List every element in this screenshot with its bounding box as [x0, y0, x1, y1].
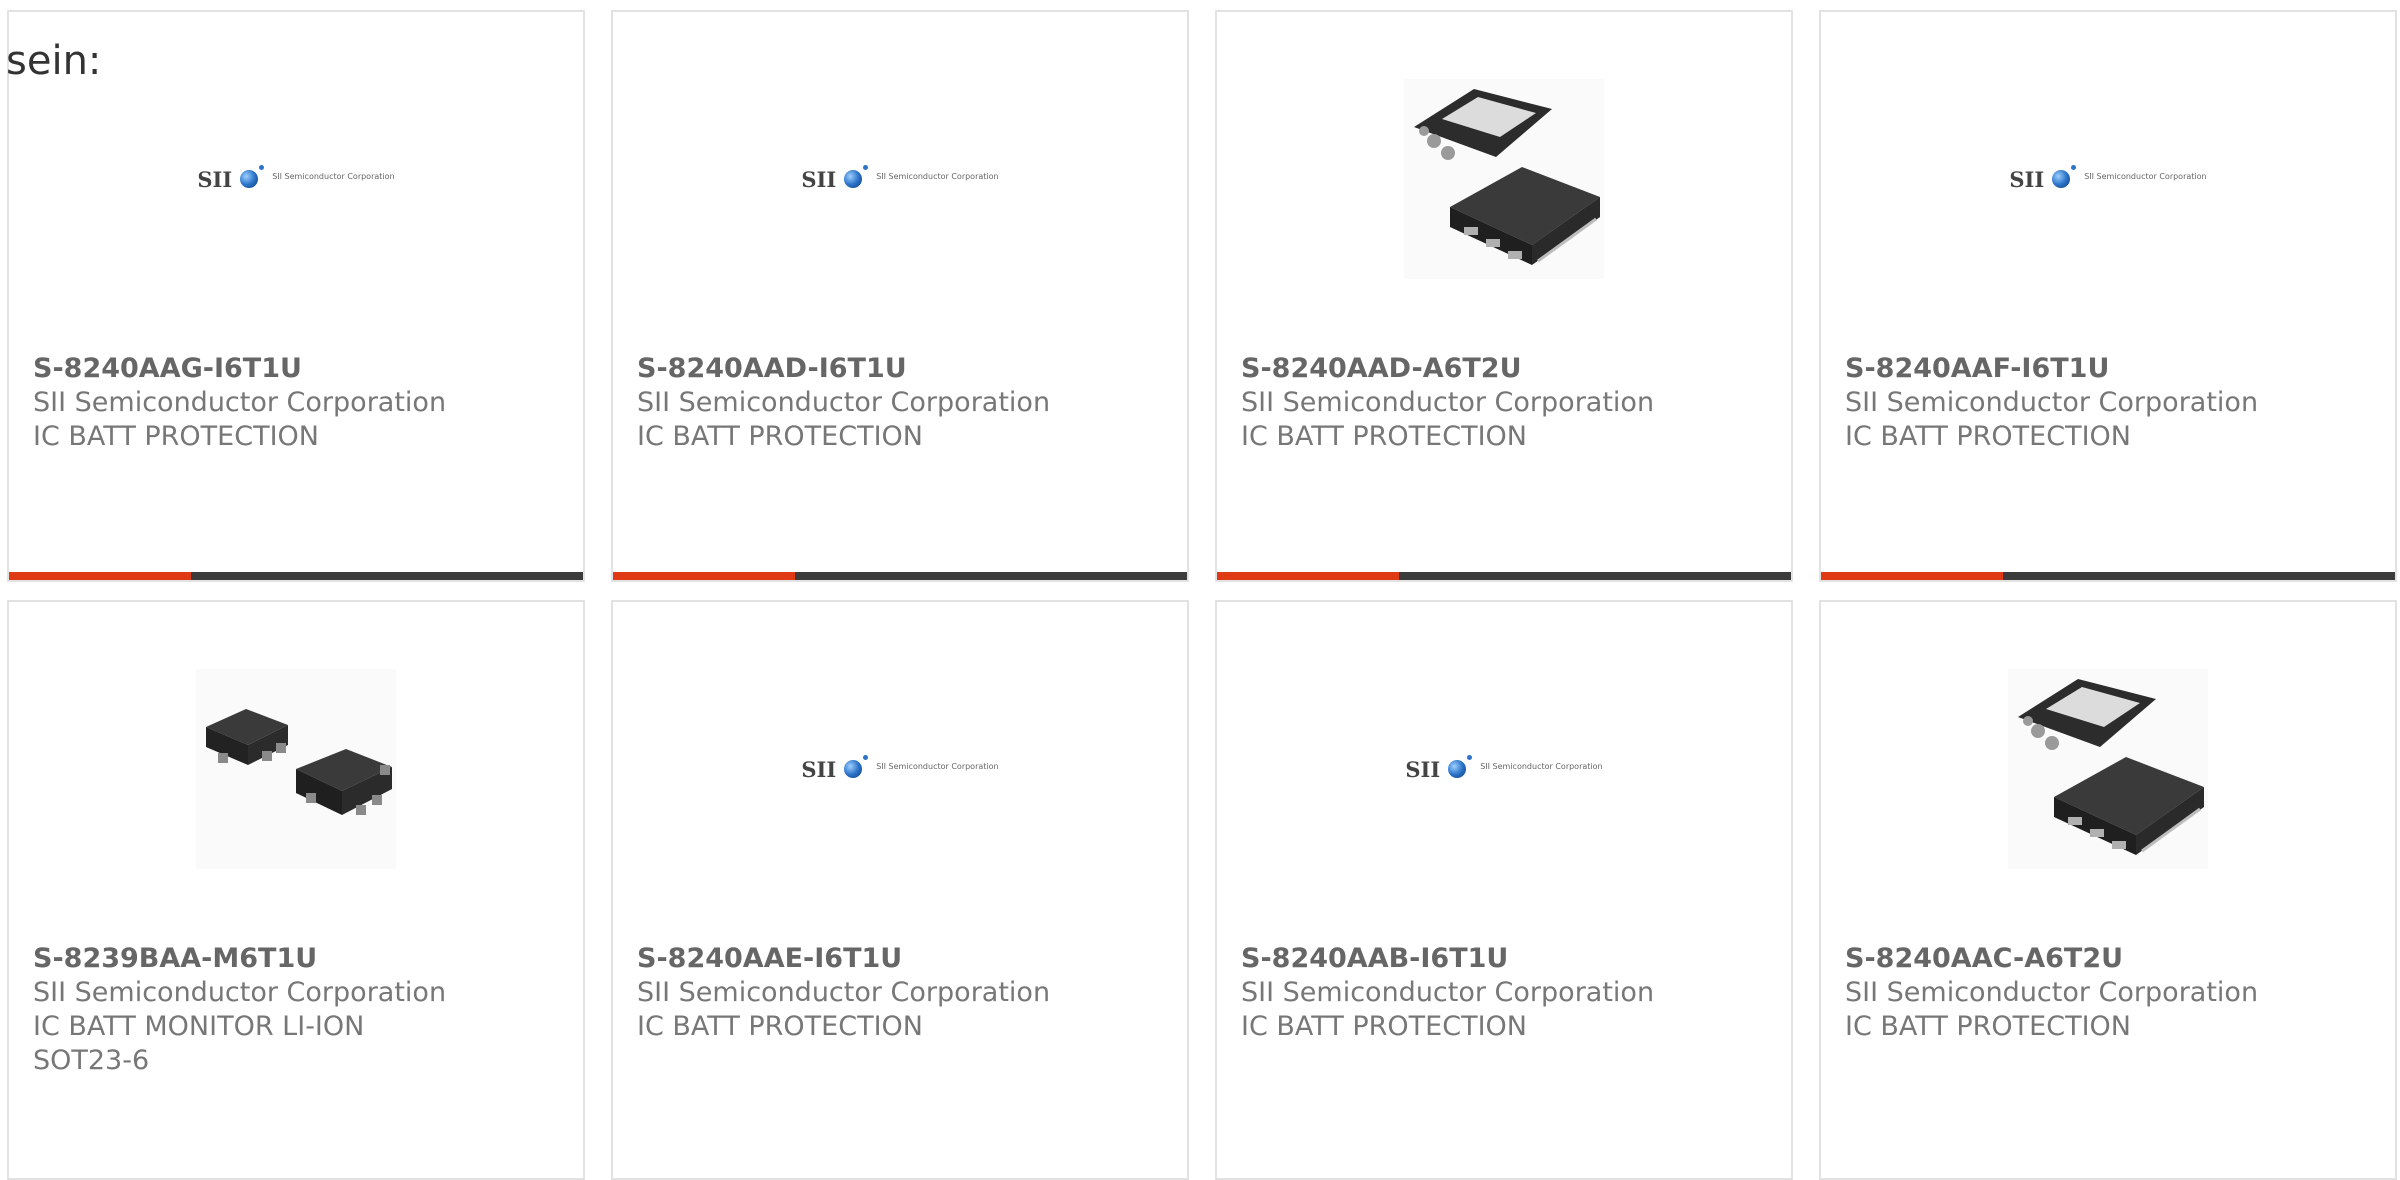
globe-icon — [240, 165, 265, 188]
chip-photo-icon — [196, 669, 396, 869]
product-card[interactable]: SII SII Semiconductor Corporation S-8240AA… — [1215, 600, 1793, 1180]
intro-text: sein: — [6, 38, 102, 84]
product-description: IC BATT MONITOR LI-ION — [33, 1011, 365, 1042]
product-description: IC BATT PROTECTION — [1845, 1011, 2131, 1042]
product-part-number[interactable]: S-8240AAE-I6T1U — [637, 942, 1175, 976]
sii-logo: SII SII Semiconductor Corporation — [801, 165, 999, 192]
logo-text: SII — [801, 166, 837, 192]
logo-corp-text: SII Semiconductor Corporation — [876, 761, 999, 771]
product-card[interactable]: S-8239BAA-M6T1U SII Semiconductor Corpora… — [7, 600, 585, 1180]
logo-text: SII — [197, 166, 233, 192]
card-bottom-bar — [9, 572, 583, 580]
logo-corp-text: SII Semiconductor Corporation — [876, 171, 999, 181]
product-part-number[interactable]: S-8240AAG-I6T1U — [33, 352, 571, 386]
product-text: S-8240AAB-I6T1U SII Semiconductor Corpora… — [1241, 942, 1779, 1044]
product-description: IC BATT PROTECTION — [33, 421, 319, 452]
product-card[interactable]: S-8240AAD-A6T2U SII Semiconductor Corpora… — [1215, 10, 1793, 582]
product-description: IC BATT PROTECTION — [1241, 1011, 1527, 1042]
logo-text: SII — [1405, 756, 1441, 782]
product-text: S-8240AAF-I6T1U SII Semiconductor Corpora… — [1845, 352, 2383, 454]
chip-photo-icon — [1404, 79, 1604, 279]
product-description: IC BATT PROTECTION — [637, 1011, 923, 1042]
product-card[interactable]: SII SII Semiconductor Corporation S-8240AA… — [611, 600, 1189, 1180]
product-image[interactable]: SII SII Semiconductor Corporation — [1217, 668, 1791, 870]
product-text: S-8240AAG-I6T1U SII Semiconductor Corpora… — [33, 352, 571, 454]
sii-logo: SII SII Semiconductor Corporation — [1405, 755, 1603, 782]
product-description: IC BATT PROTECTION — [637, 421, 923, 452]
product-manufacturer: SII Semiconductor Corporation — [33, 977, 447, 1008]
chip-photo-icon — [2008, 669, 2208, 869]
card-bottom-bar — [613, 572, 1187, 580]
product-manufacturer: SII Semiconductor Corporation — [1241, 977, 1655, 1008]
product-manufacturer: SII Semiconductor Corporation — [1241, 387, 1655, 418]
product-manufacturer: SII Semiconductor Corporation — [1845, 387, 2259, 418]
product-text: S-8240AAD-A6T2U SII Semiconductor Corpora… — [1241, 352, 1779, 454]
sii-logo: SII SII Semiconductor Corporation — [801, 755, 999, 782]
product-part-number[interactable]: S-8240AAB-I6T1U — [1241, 942, 1779, 976]
logo-corp-text: SII Semiconductor Corporation — [2084, 171, 2207, 181]
product-image[interactable]: SII SII Semiconductor Corporation — [1821, 78, 2395, 280]
product-text: S-8240AAE-I6T1U SII Semiconductor Corpora… — [637, 942, 1175, 1044]
product-description: SOT23-6 — [33, 1045, 150, 1076]
product-image[interactable] — [1217, 78, 1791, 280]
globe-icon — [844, 165, 869, 188]
product-image[interactable]: SII SII Semiconductor Corporation — [9, 78, 583, 280]
product-text: S-8239BAA-M6T1U SII Semiconductor Corpora… — [33, 942, 571, 1078]
globe-icon — [844, 755, 869, 778]
product-image[interactable] — [9, 668, 583, 870]
logo-text: SII — [2009, 166, 2045, 192]
card-bottom-bar — [1821, 572, 2395, 580]
globe-icon — [1448, 755, 1473, 778]
product-part-number[interactable]: S-8240AAF-I6T1U — [1845, 352, 2383, 386]
product-part-number[interactable]: S-8239BAA-M6T1U — [33, 942, 571, 976]
product-part-number[interactable]: S-8240AAD-I6T1U — [637, 352, 1175, 386]
product-manufacturer: SII Semiconductor Corporation — [33, 387, 447, 418]
product-card[interactable]: SII SII Semiconductor Corporation S-8240AA… — [7, 10, 585, 582]
logo-corp-text: SII Semiconductor Corporation — [1480, 761, 1603, 771]
card-accent-bar — [9, 572, 191, 580]
product-card[interactable]: S-8240AAC-A6T2U SII Semiconductor Corpora… — [1819, 600, 2397, 1180]
product-image[interactable]: SII SII Semiconductor Corporation — [613, 78, 1187, 280]
product-part-number[interactable]: S-8240AAC-A6T2U — [1845, 942, 2383, 976]
logo-text: SII — [801, 756, 837, 782]
product-manufacturer: SII Semiconductor Corporation — [637, 387, 1051, 418]
product-image[interactable]: SII SII Semiconductor Corporation — [613, 668, 1187, 870]
product-description: IC BATT PROTECTION — [1845, 421, 2131, 452]
card-accent-bar — [613, 572, 795, 580]
globe-icon — [2052, 165, 2077, 188]
product-text: S-8240AAC-A6T2U SII Semiconductor Corpora… — [1845, 942, 2383, 1044]
product-part-number[interactable]: S-8240AAD-A6T2U — [1241, 352, 1779, 386]
card-accent-bar — [1821, 572, 2003, 580]
sii-logo: SII SII Semiconductor Corporation — [2009, 165, 2207, 192]
product-card[interactable]: SII SII Semiconductor Corporation S-8240AA… — [1819, 10, 2397, 582]
product-card[interactable]: SII SII Semiconductor Corporation S-8240AA… — [611, 10, 1189, 582]
product-manufacturer: SII Semiconductor Corporation — [637, 977, 1051, 1008]
product-description: IC BATT PROTECTION — [1241, 421, 1527, 452]
product-text: S-8240AAD-I6T1U SII Semiconductor Corpora… — [637, 352, 1175, 454]
logo-corp-text: SII Semiconductor Corporation — [272, 171, 395, 181]
card-accent-bar — [1217, 572, 1399, 580]
card-bottom-bar — [1217, 572, 1791, 580]
product-image[interactable] — [1821, 668, 2395, 870]
sii-logo: SII SII Semiconductor Corporation — [197, 165, 395, 192]
product-manufacturer: SII Semiconductor Corporation — [1845, 977, 2259, 1008]
